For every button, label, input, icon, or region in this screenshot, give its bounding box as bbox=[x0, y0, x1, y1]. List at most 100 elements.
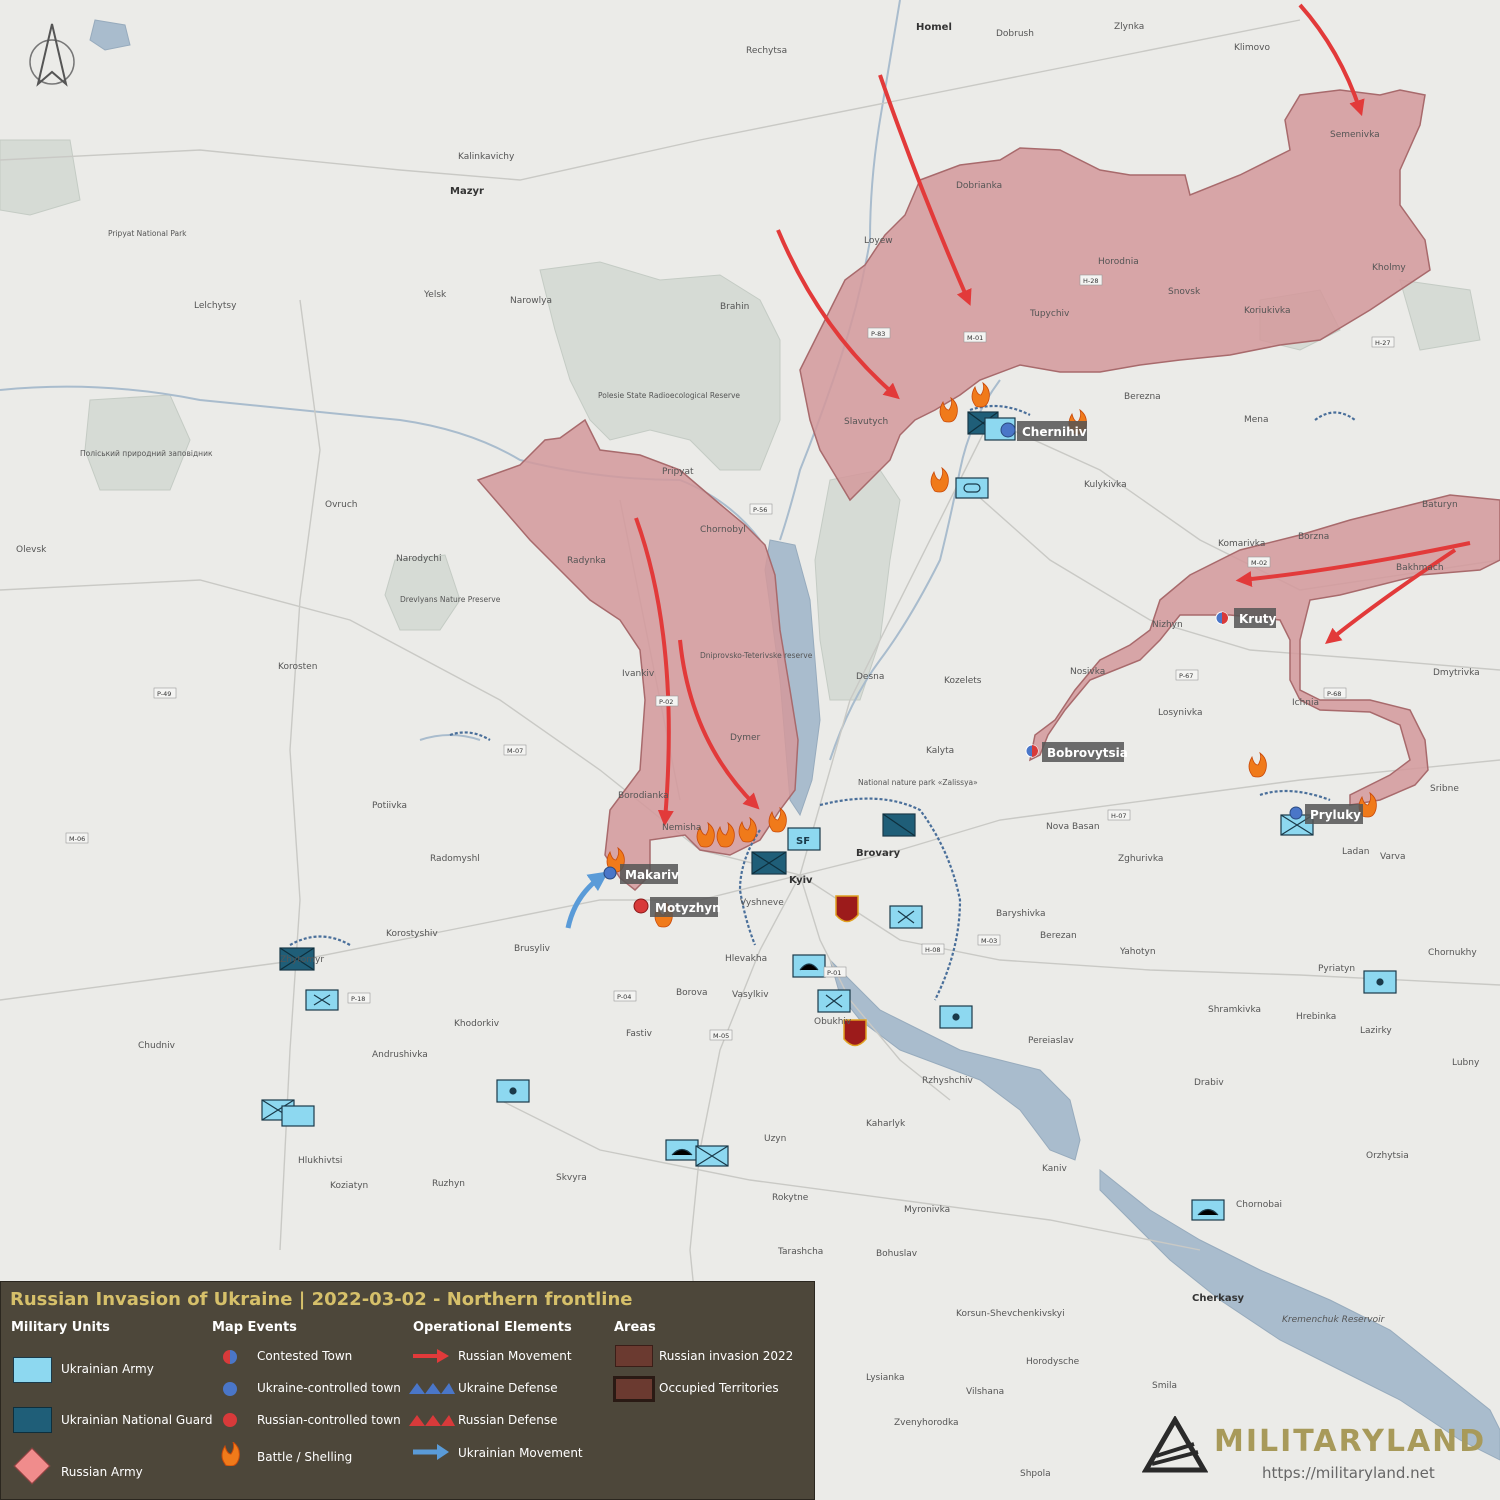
map-legend: Russian Invasion of Ukraine | 2022-03-02… bbox=[0, 1281, 815, 1500]
svg-text:Yahotyn: Yahotyn bbox=[1119, 947, 1156, 957]
svg-text:Orzhytsia: Orzhytsia bbox=[1366, 1151, 1409, 1161]
ukr-ng-unit-brovary bbox=[882, 813, 916, 837]
svg-text:Horodnia: Horodnia bbox=[1098, 257, 1139, 267]
svg-text:Lysianka: Lysianka bbox=[866, 1373, 905, 1383]
svg-text:Komarivka: Komarivka bbox=[1218, 539, 1265, 549]
svg-text:Borodianka: Borodianka bbox=[618, 791, 669, 801]
svg-text:Drabiv: Drabiv bbox=[1194, 1078, 1224, 1088]
svg-text:Kalyta: Kalyta bbox=[926, 746, 954, 756]
svg-text:Klimovo: Klimovo bbox=[1234, 43, 1271, 53]
ukraine-controlled-town-marker bbox=[603, 866, 617, 880]
russian-movement-icon bbox=[413, 1349, 449, 1363]
svg-text:H-08: H-08 bbox=[925, 946, 941, 954]
svg-text:P-04: P-04 bbox=[617, 993, 631, 1001]
svg-text:Koziatyn: Koziatyn bbox=[330, 1181, 368, 1191]
ukr-army-unit-pyriatyn bbox=[1363, 970, 1397, 994]
svg-text:Korosten: Korosten bbox=[278, 662, 317, 672]
svg-text:Varva: Varva bbox=[1380, 852, 1406, 862]
brand-name: MILITARYLAND bbox=[1214, 1424, 1487, 1459]
svg-text:Mena: Mena bbox=[1244, 415, 1269, 425]
svg-text:Kholmy: Kholmy bbox=[1372, 263, 1406, 273]
svg-text:Potiivka: Potiivka bbox=[372, 801, 407, 811]
ukraine-controlled-town-icon bbox=[223, 1382, 237, 1396]
svg-text:Baturyn: Baturyn bbox=[1422, 500, 1458, 510]
svg-text:Kaniv: Kaniv bbox=[1042, 1164, 1067, 1174]
svg-text:Horodysche: Horodysche bbox=[1026, 1357, 1080, 1367]
svg-text:Berezan: Berezan bbox=[1040, 931, 1077, 941]
ukr-army-unit-fastiv bbox=[496, 1079, 530, 1103]
ukr-army-unit-berdychiv-2 bbox=[281, 1105, 315, 1127]
ukraine-controlled-town-marker bbox=[1289, 806, 1303, 820]
svg-text:Kulykivka: Kulykivka bbox=[1084, 480, 1127, 490]
ukr-army-unit-rzhyshchiv bbox=[939, 1005, 973, 1029]
svg-text:Pripyat: Pripyat bbox=[662, 467, 694, 477]
label-mazyr: Mazyr bbox=[450, 186, 484, 197]
brand-watermark: MILITARYLAND https://militaryland.net bbox=[1142, 1412, 1484, 1482]
map-canvas[interactable]: Chernihiv Kruty Bobrovytsia Pryluky Maka… bbox=[0, 0, 1500, 1500]
brand-url[interactable]: https://militaryland.net bbox=[1262, 1464, 1435, 1482]
russian-defense-icon bbox=[409, 1415, 455, 1426]
ukr-army-legend-icon bbox=[13, 1357, 52, 1383]
ukraine-defense-icon bbox=[409, 1383, 455, 1394]
svg-text:Obukhiv: Obukhiv bbox=[814, 1017, 852, 1027]
svg-text:P-18: P-18 bbox=[351, 995, 365, 1003]
svg-text:Vilshana: Vilshana bbox=[966, 1387, 1004, 1397]
svg-text:Shramkivka: Shramkivka bbox=[1208, 1005, 1261, 1015]
russian-controlled-town-icon bbox=[223, 1413, 237, 1427]
compass-icon bbox=[29, 23, 75, 87]
svg-text:Slavutych: Slavutych bbox=[844, 417, 888, 427]
svg-text:Rzhyshchiv: Rzhyshchiv bbox=[922, 1076, 974, 1086]
shield-icon bbox=[835, 895, 859, 923]
svg-text:Pereiaslav: Pereiaslav bbox=[1028, 1036, 1074, 1046]
label-kyiv: Kyiv bbox=[789, 875, 813, 886]
svg-text:Ruzhyn: Ruzhyn bbox=[432, 1179, 465, 1189]
svg-text:Kaharlyk: Kaharlyk bbox=[866, 1119, 906, 1129]
svg-text:Radomyshl: Radomyshl bbox=[430, 854, 480, 864]
svg-text:Smila: Smila bbox=[1152, 1381, 1177, 1391]
svg-text:Loyew: Loyew bbox=[864, 236, 893, 246]
svg-text:Shpola: Shpola bbox=[1020, 1469, 1051, 1479]
svg-text:H-27: H-27 bbox=[1375, 339, 1391, 347]
svg-text:Vasylkiv: Vasylkiv bbox=[732, 990, 769, 1000]
svg-text:Brahin: Brahin bbox=[720, 302, 749, 312]
svg-text:P-01: P-01 bbox=[827, 969, 841, 977]
fire-icon bbox=[221, 1442, 240, 1466]
ukr-army-unit-obukhiv bbox=[817, 989, 851, 1013]
svg-text:Dobrianka: Dobrianka bbox=[956, 181, 1002, 191]
svg-text:Ovruch: Ovruch bbox=[325, 500, 357, 510]
svg-text:Hlukhivtsi: Hlukhivtsi bbox=[298, 1156, 342, 1166]
label-pryluky: Pryluky bbox=[1310, 808, 1361, 822]
legend-events: Map Events bbox=[212, 1320, 297, 1335]
svg-text:Lubny: Lubny bbox=[1452, 1058, 1480, 1068]
ukrainian-movement-icon bbox=[413, 1444, 449, 1460]
svg-text:Tupychiv: Tupychiv bbox=[1029, 309, 1070, 319]
svg-text:Chornobyl: Chornobyl bbox=[700, 525, 746, 535]
svg-text:Nova Basan: Nova Basan bbox=[1046, 822, 1100, 832]
russian-army-legend-icon bbox=[13, 1447, 51, 1485]
svg-text:H-28: H-28 bbox=[1083, 277, 1099, 285]
svg-text:Olevsk: Olevsk bbox=[16, 545, 47, 555]
svg-text:Поліський природний заповідник: Поліський природний заповідник bbox=[80, 449, 213, 458]
legend-units: Military Units bbox=[11, 1320, 110, 1335]
label-homel: Homel bbox=[916, 22, 952, 33]
svg-text:Kozelets: Kozelets bbox=[944, 676, 982, 686]
svg-text:Vyshneve: Vyshneve bbox=[740, 898, 784, 908]
svg-text:Dobrush: Dobrush bbox=[996, 29, 1034, 39]
svg-text:Chornukhy: Chornukhy bbox=[1428, 948, 1477, 958]
svg-text:M-02: M-02 bbox=[1251, 559, 1267, 567]
svg-text:Ichnia: Ichnia bbox=[1292, 698, 1319, 708]
svg-text:Zhytomyr: Zhytomyr bbox=[280, 955, 324, 965]
label-cherkasy: Cherkasy bbox=[1192, 1293, 1245, 1304]
svg-text:Radynka: Radynka bbox=[567, 556, 606, 566]
ukr-army-unit-zolotonosha bbox=[1191, 1199, 1225, 1221]
svg-text:P-49: P-49 bbox=[157, 690, 171, 698]
svg-text:Korsun-Shevchenkivskyi: Korsun-Shevchenkivskyi bbox=[956, 1309, 1065, 1319]
svg-text:Fastiv: Fastiv bbox=[626, 1029, 653, 1039]
legend-areas: Areas bbox=[614, 1320, 656, 1335]
legend-operational: Operational Elements bbox=[413, 1320, 572, 1335]
svg-text:P-67: P-67 bbox=[1179, 672, 1193, 680]
svg-text:Desna: Desna bbox=[856, 672, 884, 682]
russian-controlled-town-marker bbox=[633, 898, 649, 914]
label-sf: SF bbox=[796, 836, 810, 847]
svg-text:Yelsk: Yelsk bbox=[423, 290, 447, 300]
